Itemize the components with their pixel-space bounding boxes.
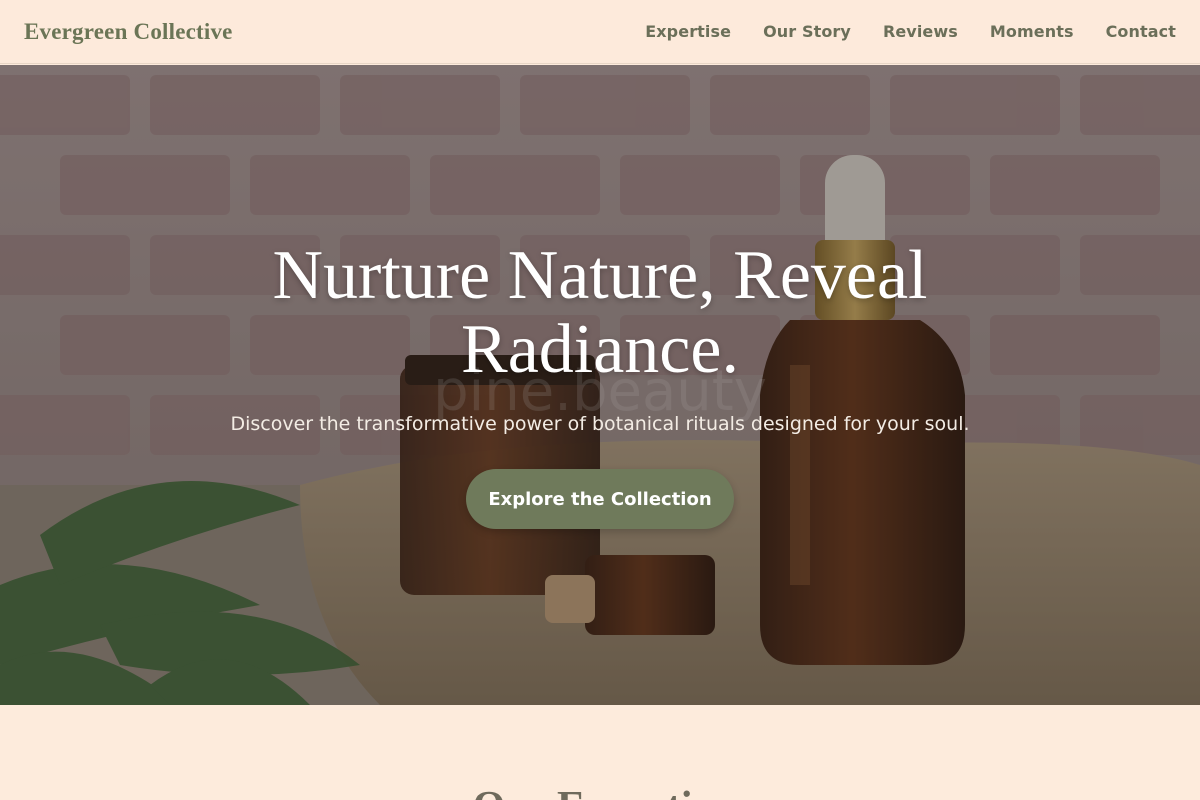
brand-logo[interactable]: Evergreen Collective (24, 19, 233, 45)
hero-section: pine.beauty Nurture Nature, Reveal Radia… (0, 65, 1200, 705)
hero-title: Nurture Nature, Reveal Radiance. (272, 237, 928, 388)
expertise-title: Our Expertise (0, 783, 1200, 800)
nav-link-moments[interactable]: Moments (990, 22, 1074, 41)
site-header: Evergreen Collective Expertise Our Story… (0, 0, 1200, 64)
nav-link-our-story[interactable]: Our Story (763, 22, 851, 41)
nav-link-contact[interactable]: Contact (1106, 22, 1176, 41)
nav-link-expertise[interactable]: Expertise (645, 22, 731, 41)
hero-content: Nurture Nature, Reveal Radiance. Discove… (0, 65, 1200, 705)
main-nav: Expertise Our Story Reviews Moments Cont… (645, 22, 1176, 41)
expertise-section: Our Expertise (0, 705, 1200, 800)
nav-link-reviews[interactable]: Reviews (883, 22, 958, 41)
explore-collection-button[interactable]: Explore the Collection (466, 469, 734, 529)
hero-subtitle: Discover the transformative power of bot… (230, 413, 970, 435)
